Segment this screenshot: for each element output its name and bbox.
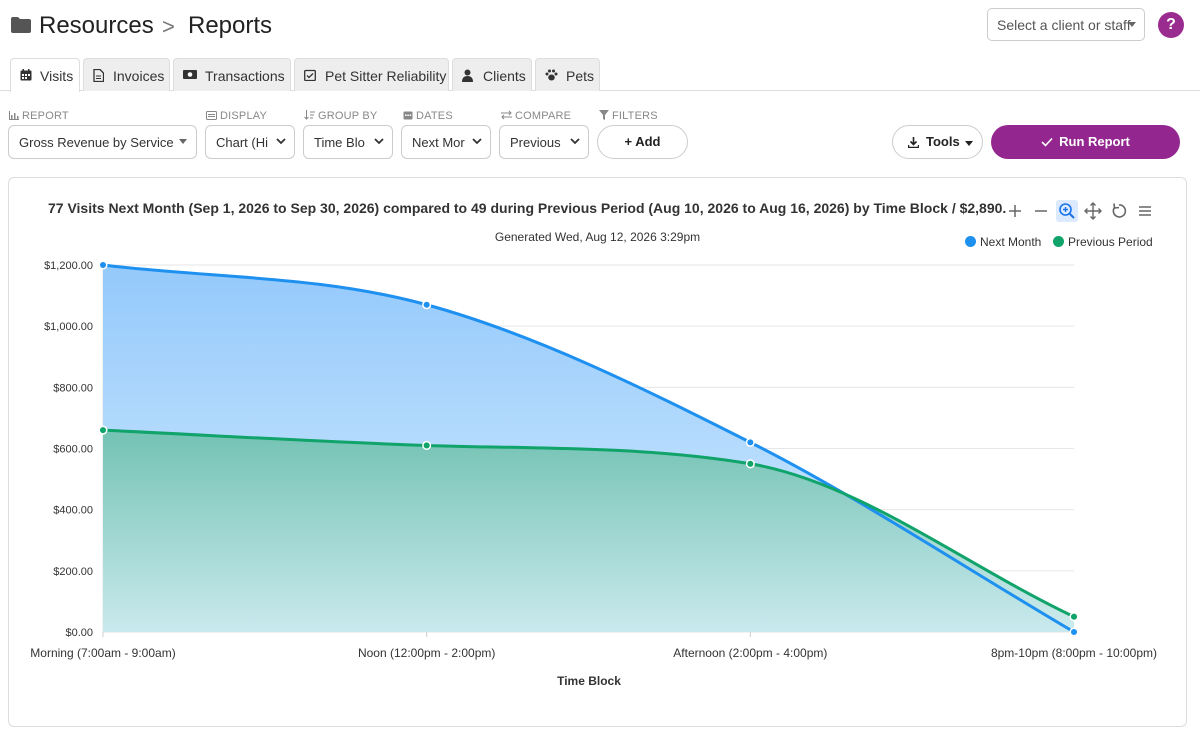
series-previous-period-point[interactable] — [422, 440, 432, 450]
y-tick-label: $200.00 — [53, 566, 93, 578]
series-next-month-point[interactable] — [422, 300, 432, 310]
series-next-month-point[interactable] — [1069, 627, 1079, 637]
area-chart: $0.00 $200.00 $400.00 $600.00 $800.00 $1,000.… — [30, 260, 1157, 688]
x-tick-label: 8pm-10pm (8:00pm - 10:00pm) — [991, 646, 1157, 660]
x-tick-label: Morning (7:00am - 9:00am) — [30, 646, 175, 660]
series-previous-period-point[interactable] — [98, 425, 108, 435]
series-previous-period-area — [103, 430, 1074, 632]
y-tick-label: $800.00 — [53, 382, 93, 394]
x-tick-label: Afternoon (2:00pm - 4:00pm) — [673, 646, 827, 660]
y-tick-label: $1,200.00 — [44, 260, 93, 272]
series-next-month-point[interactable] — [745, 437, 755, 447]
y-axis: $0.00 $200.00 $400.00 $600.00 $800.00 $1,000.… — [44, 260, 93, 639]
series-previous-period-point[interactable] — [745, 459, 755, 469]
y-tick-label: $1,000.00 — [44, 321, 93, 333]
x-axis-title: Time Block — [557, 674, 621, 688]
y-tick-label: $400.00 — [53, 505, 93, 517]
y-tick-label: $0.00 — [65, 627, 93, 639]
x-tick-label: Noon (12:00pm - 2:00pm) — [358, 646, 495, 660]
y-tick-label: $600.00 — [53, 444, 93, 456]
series-next-month-point[interactable] — [98, 260, 108, 270]
series-previous-period-point[interactable] — [1069, 612, 1079, 622]
x-axis: Morning (7:00am - 9:00am) Noon (12:00pm -… — [30, 646, 1157, 660]
